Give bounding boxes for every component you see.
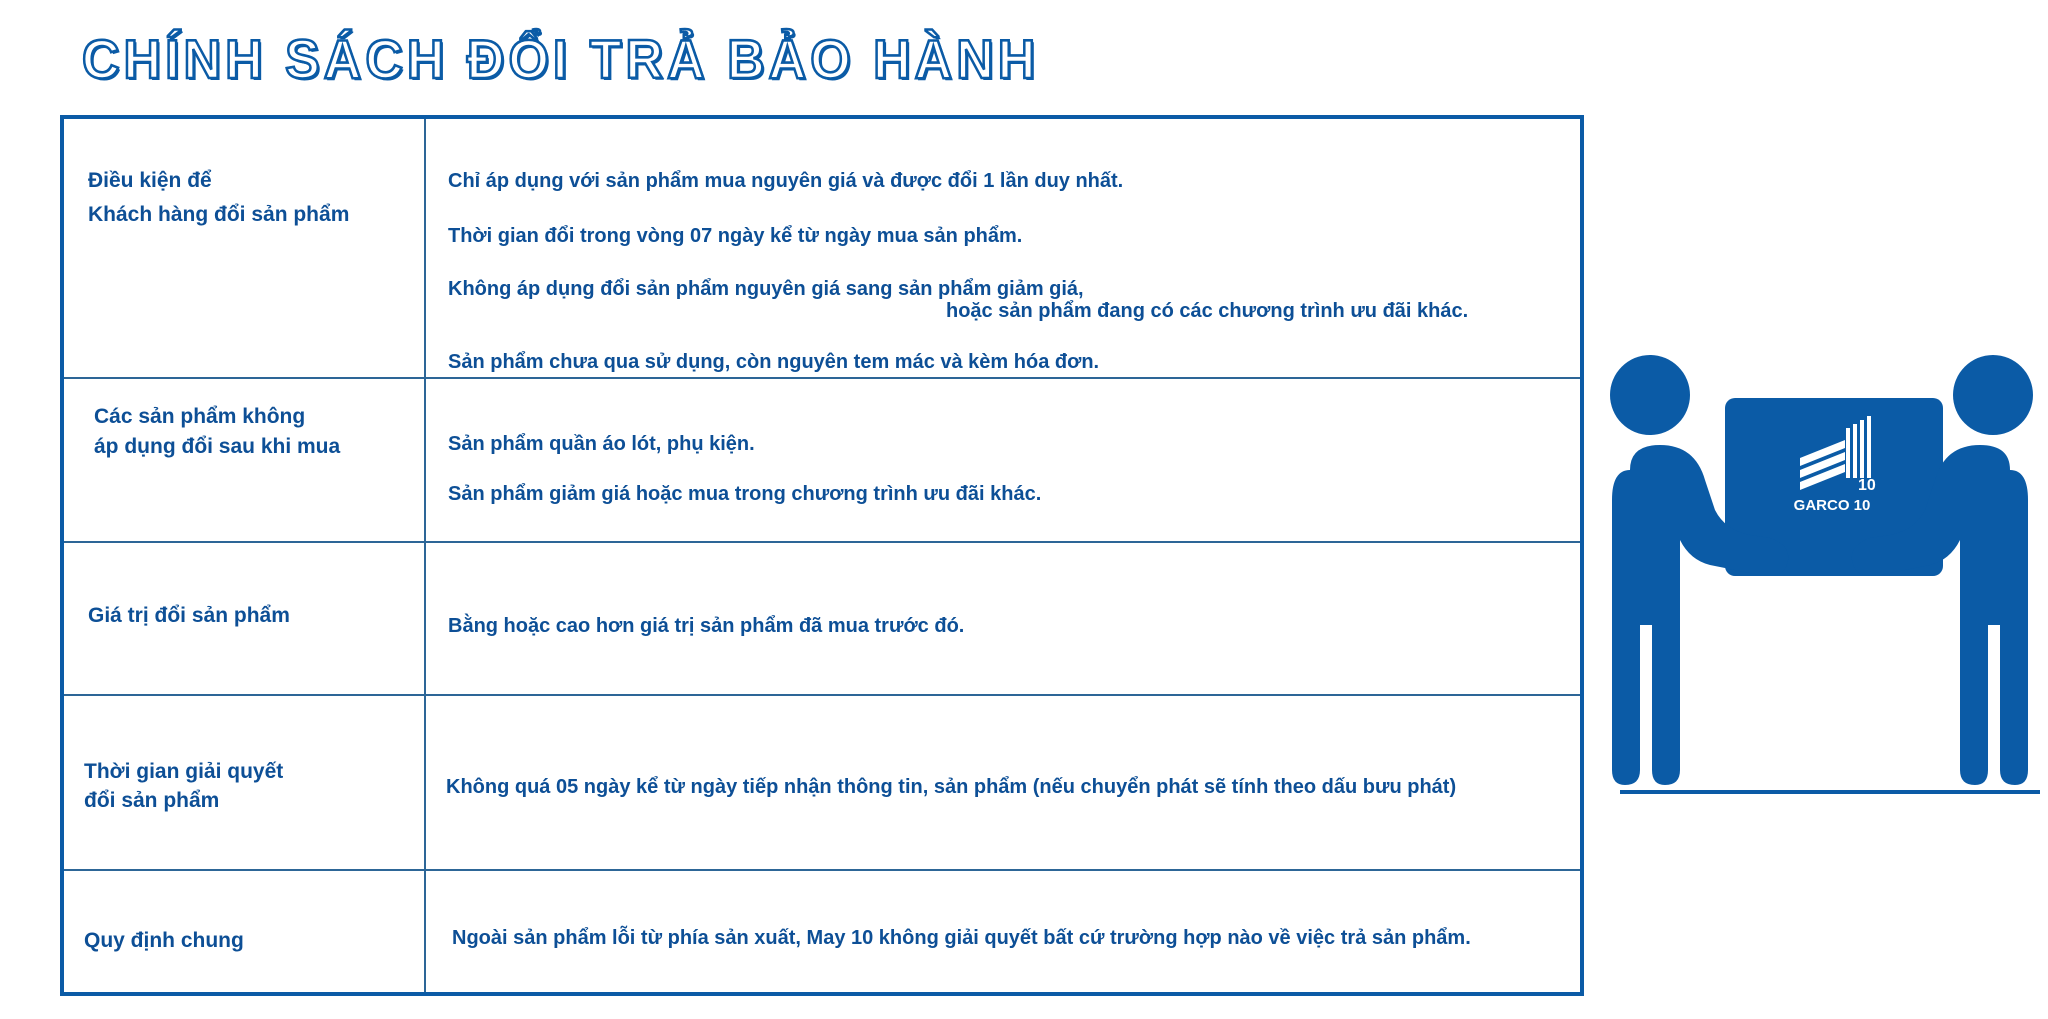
row-content: Sản phẩm quần áo lót, phụ kiện. (448, 433, 755, 455)
left-person-head-icon (1610, 355, 1690, 435)
row-divider (64, 694, 1580, 696)
row-divider (64, 869, 1580, 871)
policy-table: Điều kiện để Khách hàng đổi sản phẩm Chỉ… (60, 115, 1584, 996)
row-content: Chỉ áp dụng với sản phẩm mua nguyên giá … (448, 170, 1124, 192)
row-label: Điều kiện để (88, 169, 212, 192)
row-divider (64, 377, 1580, 379)
row-content: Ngoài sản phẩm lỗi từ phía sản xuất, May… (452, 927, 1471, 949)
row-label: áp dụng đổi sau khi mua (94, 435, 341, 458)
logo-text: GARCO 10 (1794, 497, 1871, 514)
row-label: Các sản phẩm không (94, 405, 306, 428)
ground-line (1620, 790, 2040, 794)
row-label: Quy định chung (84, 929, 244, 952)
row-divider (64, 541, 1580, 543)
row-content: Sản phẩm chưa qua sử dụng, còn nguyên te… (448, 351, 1100, 373)
row-content: Bằng hoặc cao hơn giá trị sản phẩm đã mu… (448, 615, 965, 637)
row-content: Không áp dụng đổi sản phẩm nguyên giá sa… (448, 278, 1084, 300)
row-label: Khách hàng đổi sản phẩm (88, 203, 350, 226)
row-content: Không quá 05 ngày kể từ ngày tiếp nhận t… (446, 776, 1457, 798)
row-content: hoặc sản phẩm đang có các chương trình ư… (946, 300, 1469, 322)
logo-number: 10 (1858, 477, 1876, 494)
row-label: Giá trị đổi sản phẩm (88, 604, 290, 627)
right-person-head-icon (1953, 355, 2033, 435)
column-divider (424, 119, 426, 992)
exchange-illustration: 10 GARCO 10 (1610, 355, 2040, 794)
row-content: Thời gian đổi trong vòng 07 ngày kể từ n… (448, 225, 1023, 247)
row-content: Sản phẩm giảm giá hoặc mua trong chương … (448, 483, 1042, 505)
row-label: đổi sản phẩm (84, 789, 220, 812)
row-label: Thời gian giải quyết (84, 760, 284, 783)
page-title: CHÍNH SÁCH ĐỔI TRẢ BẢO HÀNH (81, 28, 1040, 92)
